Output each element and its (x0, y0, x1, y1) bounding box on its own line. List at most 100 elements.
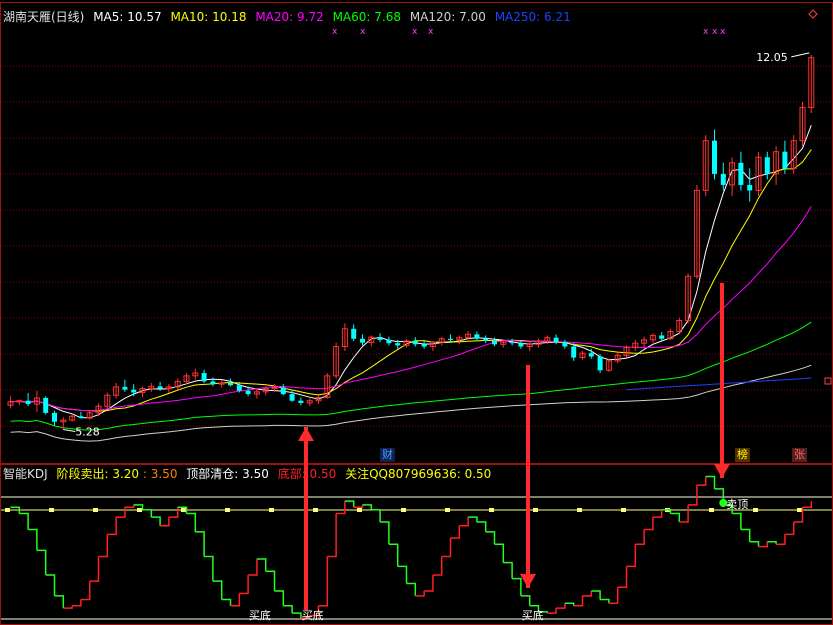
kdj-step (274, 590, 285, 606)
level-dot (797, 508, 802, 512)
candle-body (157, 386, 163, 389)
candle-body (597, 356, 603, 371)
level-dot (313, 508, 318, 512)
kdj-step (512, 577, 522, 596)
kdj-step (406, 582, 417, 596)
kdj-step (186, 512, 197, 532)
kdj-step (54, 595, 65, 609)
buy-arrow-1-head (298, 427, 314, 441)
event-marker: x (703, 27, 709, 37)
level-dot (753, 508, 758, 512)
kdj-step (432, 556, 443, 576)
event-marker: x (412, 27, 418, 37)
candle-body (280, 387, 286, 395)
candle-body (52, 412, 57, 422)
candle-body (588, 353, 594, 357)
candle-body (509, 342, 515, 344)
kdj-step (441, 538, 452, 558)
level-dot (445, 508, 450, 512)
low-label: 5.28 (75, 426, 100, 439)
kdj-step (28, 528, 38, 551)
candle-body (492, 340, 497, 345)
candle-body (228, 383, 233, 386)
candle-body (571, 346, 577, 358)
kdj-step (388, 543, 399, 567)
kdj-step (450, 525, 461, 539)
kdj-step (344, 500, 355, 508)
ma20-line (10, 206, 812, 412)
kdj-step (204, 555, 214, 582)
candle-body (78, 416, 84, 418)
kdj-step (582, 590, 593, 597)
kdj-step (353, 504, 364, 509)
kdj-step (168, 507, 179, 518)
level-dot (181, 508, 186, 512)
high-label: 12.05 (756, 51, 788, 64)
candle-body (553, 337, 559, 343)
level-dot (577, 508, 582, 512)
kdj-step (547, 608, 557, 614)
kdj-step (740, 528, 751, 542)
kdj-step (397, 565, 408, 584)
kdj-step (705, 475, 716, 489)
buy-bottom-signal: 买底 (249, 608, 271, 622)
scroll-marker (824, 377, 832, 385)
event-marker: x (332, 27, 338, 37)
candle-body (421, 344, 427, 347)
level-dot (5, 508, 10, 512)
kdj-step (459, 517, 469, 527)
kdj-step (265, 570, 276, 591)
kdj-step (63, 605, 73, 609)
buy-bottom-signal: 买底 (302, 608, 324, 622)
kdj-step (476, 521, 487, 532)
kdj-step (221, 598, 232, 606)
kdj-step (151, 516, 161, 526)
kdj-step (72, 599, 82, 607)
kdj-step (239, 574, 249, 595)
level-dot (621, 508, 626, 512)
level-dot (533, 508, 538, 512)
kdj-step (89, 556, 100, 582)
kdj-step (679, 504, 689, 523)
ma5-line (10, 125, 812, 419)
level-dot (401, 508, 406, 512)
candle-body (518, 343, 524, 347)
kdj-step (380, 521, 390, 545)
kdj-step (802, 501, 813, 509)
kdj-step (617, 566, 628, 588)
kdj-step (758, 541, 769, 548)
kdj-step (776, 534, 786, 545)
corner-diamond-icon (808, 9, 818, 19)
candle-body (483, 338, 489, 341)
candle-body (201, 373, 207, 382)
event-marker: x (712, 27, 718, 37)
kdj-step (292, 612, 302, 618)
candle-body (782, 151, 788, 169)
level-dot (137, 508, 142, 512)
candle-body (131, 389, 137, 393)
kdj-step (116, 507, 126, 518)
kdj-step (230, 593, 241, 607)
candle-body (377, 337, 383, 340)
kdj-step (485, 531, 496, 545)
level-dot (357, 508, 362, 512)
kdj-step (468, 516, 478, 523)
high-pointer (791, 52, 810, 58)
kdj-step (784, 522, 795, 536)
candle-body (720, 173, 726, 185)
kdj-step (36, 549, 47, 575)
kdj-step (696, 476, 707, 486)
kdj-step (195, 531, 205, 557)
candle-body (412, 340, 418, 345)
candle-body (360, 338, 365, 343)
chart-canvas: 12.055.28x x x x x x x买底 买底 买底卖顶 (1, 9, 832, 622)
kdj-step (670, 512, 681, 523)
kdj-step (371, 509, 381, 523)
candle-body (122, 386, 128, 390)
kdj-step (107, 517, 117, 536)
candle-body (289, 394, 295, 401)
ma60-line (10, 321, 812, 431)
kdj-step (256, 558, 267, 572)
buy-bottom-signal: 买底 (522, 608, 544, 622)
kdj-step (98, 534, 109, 558)
